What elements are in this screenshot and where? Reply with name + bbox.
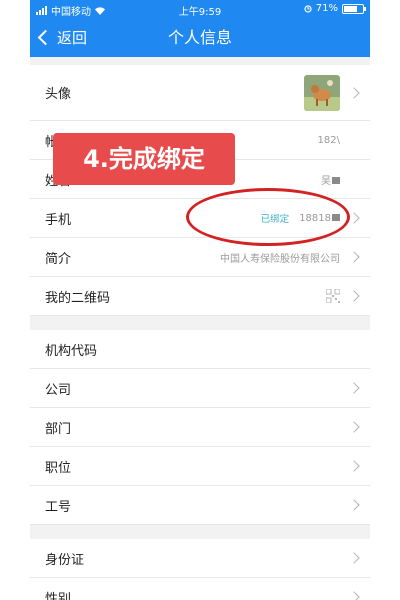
battery-icon [342, 3, 366, 14]
row-label: 机构代码 [45, 343, 98, 359]
highlight-ellipse [186, 188, 350, 246]
alarm-icon [304, 4, 312, 13]
page-title: 个人信息 [167, 28, 232, 47]
row-gender[interactable]: 性别 [30, 578, 370, 600]
row-company[interactable]: 公司 [30, 369, 370, 408]
section-gap [30, 316, 370, 330]
chevron-right-icon [348, 460, 360, 472]
account-value: 182\ [317, 134, 340, 146]
step-callout: 4.完成绑定 [53, 133, 235, 185]
chevron-right-icon [348, 421, 360, 433]
section-gap [30, 57, 370, 65]
row-label: 手机 [45, 212, 72, 228]
qr-code-icon [326, 289, 340, 303]
row-id-card[interactable]: 身份证 [30, 539, 370, 578]
chevron-right-icon [348, 382, 360, 394]
row-label: 性别 [45, 591, 72, 600]
row-label: 公司 [45, 382, 72, 398]
row-label: 我的二维码 [45, 290, 111, 306]
row-position[interactable]: 职位 [30, 447, 370, 486]
header: 中国移动 上午9:59 71% 返回 个人信息 [30, 0, 370, 57]
redaction-block [332, 177, 340, 184]
row-department[interactable]: 部门 [30, 408, 370, 447]
chevron-right-icon [348, 290, 360, 302]
row-label: 身份证 [45, 552, 85, 568]
name-value: 吴 [321, 172, 340, 187]
chevron-right-icon [348, 499, 360, 511]
chevron-right-icon [348, 86, 360, 99]
row-label: 简介 [45, 251, 72, 267]
phone-screen: 中国移动 上午9:59 71% 返回 个人信息 头像 182\ 吴 手机 已绑定… [30, 0, 370, 600]
chevron-right-icon [348, 552, 360, 564]
row-employee-id[interactable]: 工号 [30, 486, 370, 525]
section-gap [30, 525, 370, 539]
row-intro[interactable]: 简介 中国人寿保险股份有限公司 [30, 238, 370, 277]
row-org-code[interactable]: 机构代码 [30, 330, 370, 369]
avatar [304, 74, 340, 111]
battery-percent: 71% [315, 3, 338, 14]
chevron-right-icon [348, 212, 360, 224]
row-label: 头像 [45, 87, 72, 102]
status-right: 71% [304, 3, 366, 14]
status-bar: 中国移动 上午9:59 71% [30, 0, 370, 18]
chevron-right-icon [348, 591, 360, 600]
nav-bar: 返回 个人信息 [30, 18, 370, 57]
intro-value: 中国人寿保险股份有限公司 [220, 253, 340, 265]
row-label: 工号 [45, 499, 72, 515]
row-label: 部门 [45, 421, 72, 437]
row-qr-code[interactable]: 我的二维码 [30, 277, 370, 316]
row-avatar[interactable]: 头像 [30, 65, 370, 121]
chevron-right-icon [348, 251, 360, 263]
row-label: 职位 [45, 460, 72, 476]
